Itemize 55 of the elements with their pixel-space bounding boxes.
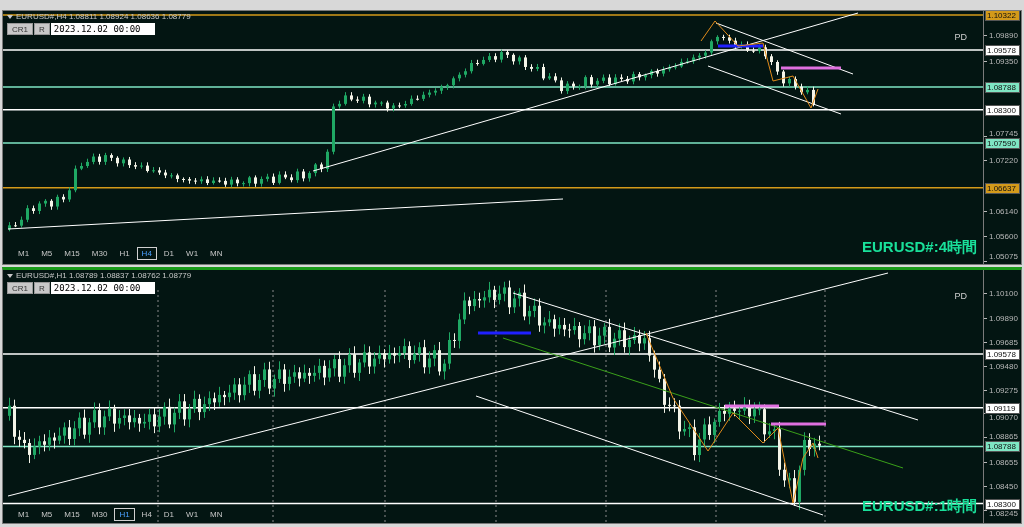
timeframe-button[interactable]: M1 [13,508,35,521]
timeframe-button[interactable]: M15 [59,508,85,521]
chart-marker-label: PD [954,290,967,303]
toolbar-button[interactable]: R [34,282,50,294]
chart-marker-label: PD [954,31,967,44]
timeframe-button[interactable]: H1 [114,247,135,260]
timeframe-button[interactable]: W1 [181,247,204,260]
timeframe-button[interactable]: MN [205,508,228,521]
price-tick: 1.05600 [989,232,1018,242]
price-level-tag: 1.09578 [985,349,1020,361]
timeframe-button[interactable]: M5 [36,508,58,521]
timeframe-button[interactable]: H4 [136,508,157,521]
price-tick: 1.09350 [989,56,1018,66]
timeframe-button[interactable]: H4 [136,247,157,260]
price-level-tag: 1.06637 [985,182,1020,194]
chart-title-label: EURUSD#:4時間 [861,236,977,257]
timeframe-button[interactable]: MN [205,247,228,260]
timeframe-button[interactable]: M5 [36,247,58,260]
price-tick: 1.08450 [989,482,1018,491]
timeframe-button[interactable]: H1 [114,508,135,521]
timeframe-button[interactable]: M15 [59,247,85,260]
timeframe-button[interactable]: M30 [86,247,113,260]
price-tick: 1.05075 [989,252,1018,261]
price-tick: 1.09480 [989,361,1018,371]
price-level-tag: 1.08788 [985,441,1020,453]
toolbar-button[interactable]: CR1 [7,23,33,35]
price-level-tag: 1.10322 [985,11,1020,21]
price-tick: 1.09890 [989,31,1018,41]
price-tick: 1.09890 [989,313,1018,323]
timeframe-button[interactable]: D1 [158,247,180,260]
chart-header: EURUSD#,H1 1.08789 1.08837 1.08762 1.08779 [16,271,192,281]
price-level-tag: 1.08300 [985,104,1020,116]
price-tick: 1.08655 [989,458,1018,468]
timeframe-button[interactable]: M1 [13,247,35,260]
price-level-tag: 1.08788 [985,81,1020,93]
toolbar-button[interactable]: CR1 [7,282,33,294]
price-tick: 1.09685 [989,337,1018,347]
timeframe-button[interactable]: M30 [86,508,113,521]
date-field[interactable]: 2023.12.02 00:00 [50,282,155,294]
timeframe-button[interactable]: D1 [158,508,180,521]
price-level-tag: 1.09578 [985,44,1020,56]
timeframe-button[interactable]: W1 [181,508,204,521]
toolbar-button[interactable]: R [34,23,50,35]
price-level-tag: 1.09119 [985,402,1020,414]
price-level-tag: 1.08300 [985,498,1020,510]
price-level-tag: 1.07590 [985,138,1020,150]
date-field[interactable]: 2023.12.02 00:00 [50,23,155,35]
price-tick: 1.09070 [989,412,1018,422]
price-tick: 1.06140 [989,207,1018,217]
price-tick: 1.08245 [989,508,1018,518]
price-tick: 1.10100 [989,289,1018,298]
price-tick: 1.07745 [989,129,1018,139]
price-tick: 1.08865 [989,432,1018,442]
price-tick: 1.09275 [989,385,1018,395]
price-tick: 1.07220 [989,156,1018,166]
